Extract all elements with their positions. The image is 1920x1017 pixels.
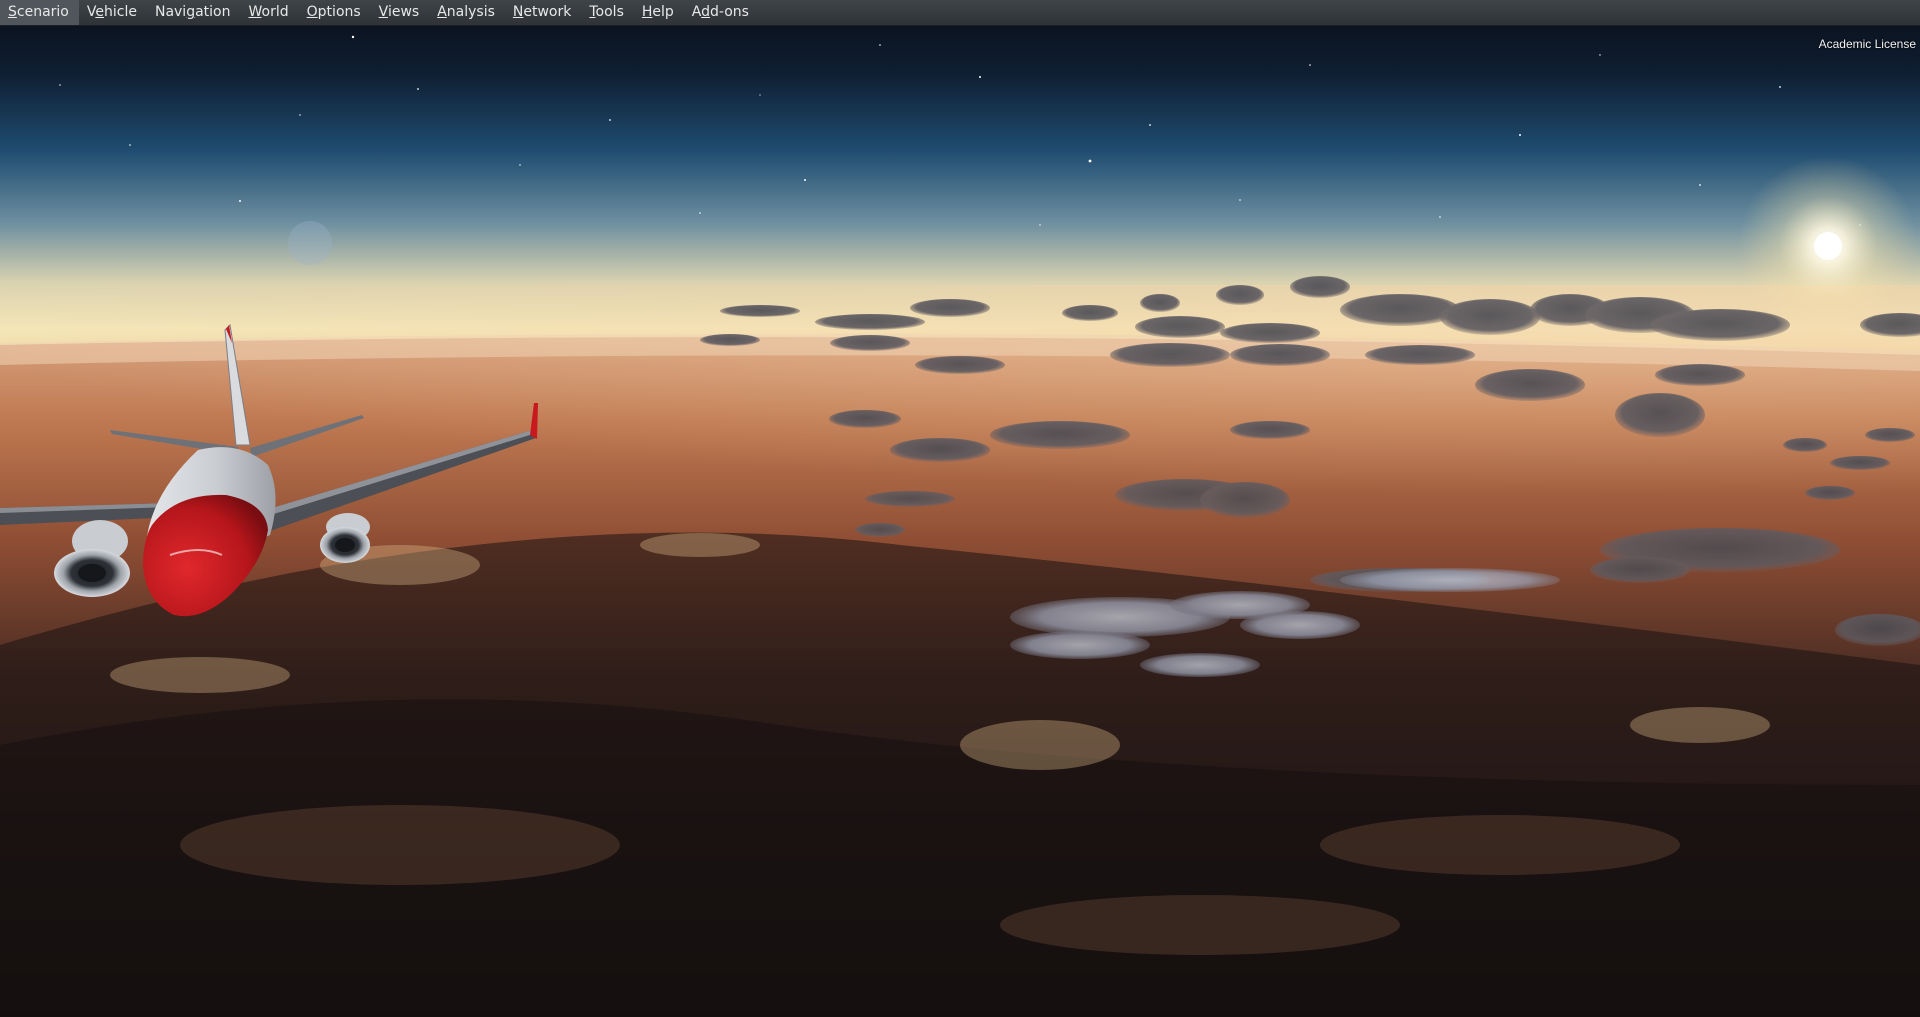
menu-navigation[interactable]: Navigation <box>147 0 241 25</box>
menu-analysis[interactable]: Analysis <box>429 0 505 25</box>
menu-tools[interactable]: Tools <box>581 0 634 25</box>
simulator-3d-viewport[interactable] <box>0 25 1920 1017</box>
academic-license-label: Academic License <box>1818 37 1916 51</box>
menu-bar: Scenario Vehicle Navigation World Option… <box>0 0 1920 26</box>
menu-network[interactable]: Network <box>505 0 581 25</box>
faint-glow <box>288 221 332 265</box>
menu-scenario[interactable]: Scenario <box>0 0 79 25</box>
menu-options[interactable]: Options <box>299 0 371 25</box>
menu-world[interactable]: World <box>241 0 299 25</box>
sun <box>1814 232 1842 260</box>
menu-vehicle[interactable]: Vehicle <box>79 0 147 25</box>
menu-views[interactable]: Views <box>371 0 430 25</box>
menu-add-ons[interactable]: Add-ons <box>684 0 759 25</box>
menu-help[interactable]: Help <box>634 0 684 25</box>
